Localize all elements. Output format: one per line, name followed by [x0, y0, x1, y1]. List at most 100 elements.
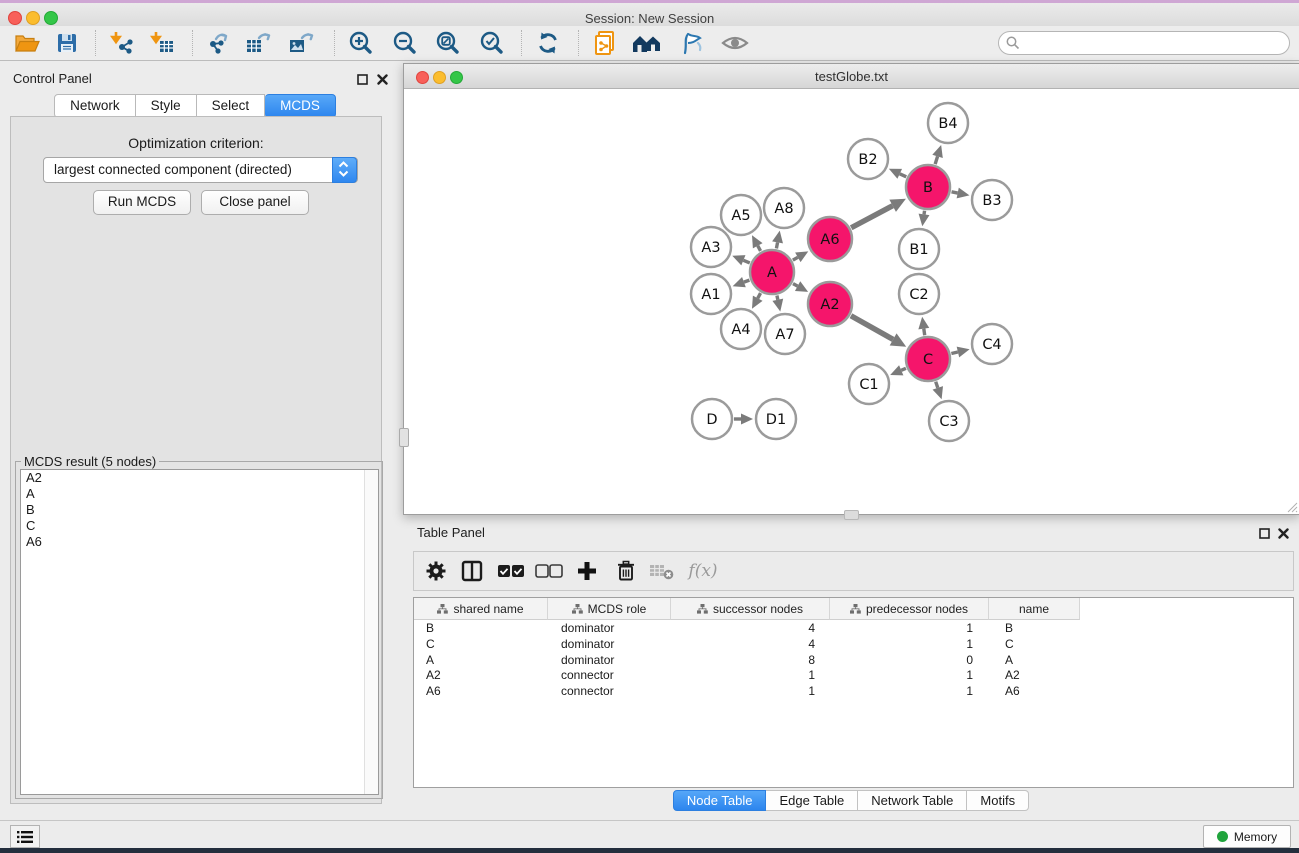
edge-A-A6[interactable]	[793, 257, 798, 260]
graph-node-label: B	[923, 180, 933, 196]
column-header-mcds-role[interactable]: MCDS role	[548, 598, 671, 620]
edge-A-A7[interactable]	[777, 295, 778, 299]
tab-network[interactable]: Network	[54, 94, 136, 118]
table-row[interactable]: Adominator80A	[414, 653, 1293, 669]
table-cell: 1	[827, 621, 985, 637]
mcds-result-item[interactable]: B	[21, 502, 378, 518]
table-settings-gear-icon[interactable]	[419, 555, 453, 587]
save-session-icon[interactable]	[48, 27, 86, 59]
control-panel-float-icon[interactable]	[355, 72, 369, 86]
graph-node-label: D1	[766, 412, 786, 428]
window-title: Session: New Session	[0, 11, 1299, 26]
mcds-result-list[interactable]: A2ABCA6	[20, 469, 379, 795]
graph-node-label: C4	[982, 337, 1001, 353]
function-builder-icon[interactable]: f(x)	[682, 555, 724, 587]
node-table[interactable]: shared nameMCDS rolesuccessor nodesprede…	[413, 597, 1294, 788]
hierarchy-icon	[437, 604, 448, 614]
tab-mcds[interactable]: MCDS	[265, 94, 336, 118]
tab-style[interactable]: Style	[136, 94, 197, 118]
edge-A2-C[interactable]	[851, 316, 893, 340]
export-network-icon[interactable]	[200, 27, 238, 59]
search-input[interactable]	[1025, 33, 1284, 53]
tab-motifs[interactable]: Motifs	[967, 790, 1029, 811]
close-panel-button[interactable]: Close panel	[201, 190, 309, 215]
export-image-icon[interactable]	[283, 27, 321, 59]
import-table-icon[interactable]	[143, 27, 181, 59]
edge-C-C2[interactable]	[924, 329, 925, 336]
open-session-icon[interactable]	[8, 27, 46, 59]
zoom-selected-icon[interactable]	[473, 27, 511, 59]
column-header-shared-name[interactable]: shared name	[414, 598, 548, 620]
import-network-icon[interactable]	[103, 27, 141, 59]
control-panel-close-icon[interactable]	[375, 72, 389, 86]
optimization-criterion-select[interactable]: largest connected component (directed)	[43, 157, 358, 183]
network-graph-canvas[interactable]: B4B2BB3A8A5A6A3B1AA1C2A2A4A7C4CC1C3DD1	[404, 89, 1297, 512]
zoom-out-icon[interactable]	[386, 27, 424, 59]
edge-A-A5[interactable]	[758, 246, 761, 251]
table-panel-close-icon[interactable]	[1276, 526, 1290, 540]
memory-button[interactable]: Memory	[1203, 825, 1291, 848]
edge-A-A1[interactable]	[744, 280, 749, 282]
refresh-icon[interactable]	[529, 27, 567, 59]
zoom-in-icon[interactable]	[342, 27, 380, 59]
column-visibility-icon[interactable]	[455, 555, 489, 587]
mcds-result-item[interactable]: C	[21, 518, 378, 534]
table-row[interactable]: A6connector11A6	[414, 684, 1293, 700]
title-bar: Session: New Session	[0, 3, 1299, 26]
mcds-result-item[interactable]: A2	[21, 470, 378, 486]
tab-select[interactable]: Select	[197, 94, 266, 118]
edge-A-A4[interactable]	[758, 293, 761, 298]
network-window-titlebar[interactable]: testGlobe.txt	[404, 64, 1299, 89]
table-toolbar: f(x)	[413, 551, 1294, 591]
tab-node-table[interactable]: Node Table	[673, 790, 767, 811]
graph-node-label: A8	[774, 201, 793, 217]
edge-A6-B[interactable]	[851, 206, 892, 228]
scrollbar[interactable]	[364, 470, 378, 794]
graph-node-label: A6	[820, 232, 839, 248]
panel-splitter-handle[interactable]	[399, 428, 409, 447]
window-resize-grip[interactable]	[1285, 500, 1298, 513]
edge-A-A3[interactable]	[743, 260, 749, 263]
edge-B-B4[interactable]	[935, 156, 937, 164]
select-all-rows-icon[interactable]	[494, 555, 528, 587]
column-header-name[interactable]: name	[989, 598, 1080, 620]
mcds-result-item[interactable]: A6	[21, 534, 378, 550]
graph-node-label: C1	[859, 377, 878, 393]
delete-table-icon[interactable]	[645, 555, 679, 587]
table-cell: connector	[547, 684, 669, 700]
edge-A-A8[interactable]	[776, 242, 777, 248]
run-mcds-button[interactable]: Run MCDS	[93, 190, 191, 215]
edge-B-B3[interactable]	[952, 192, 958, 193]
edge-A-A2[interactable]	[793, 284, 798, 287]
network-view-window: testGlobe.txt B4B2BB3A8A5A6A3B1AA1C2A2A4…	[403, 63, 1299, 515]
column-header-predecessor-nodes[interactable]: predecessor nodes	[830, 598, 989, 620]
home-icon[interactable]	[628, 27, 666, 59]
add-column-icon[interactable]	[570, 555, 604, 587]
table-cell: 1	[827, 668, 985, 684]
edge-C-C3[interactable]	[936, 382, 938, 388]
delete-columns-trash-icon[interactable]	[609, 555, 643, 587]
task-history-button[interactable]	[10, 825, 40, 848]
panel-splitter-handle[interactable]	[844, 510, 859, 520]
graph-node-label: B1	[909, 242, 928, 258]
table-row[interactable]: A2connector11A2	[414, 668, 1293, 684]
graph-node-label: A7	[775, 327, 794, 343]
edge-B-B1[interactable]	[924, 211, 925, 215]
table-panel-float-icon[interactable]	[1257, 526, 1271, 540]
network-overview-icon[interactable]	[586, 27, 624, 59]
tab-network-table[interactable]: Network Table	[858, 790, 967, 811]
export-table-icon[interactable]	[240, 27, 278, 59]
eye-icon[interactable]	[716, 27, 754, 59]
tab-edge-table[interactable]: Edge Table	[766, 790, 858, 811]
table-row[interactable]: Bdominator41B	[414, 621, 1293, 637]
mcds-result-item[interactable]: A	[21, 486, 378, 502]
graphics-details-icon[interactable]	[672, 27, 710, 59]
edge-C-C1[interactable]	[901, 368, 906, 370]
table-row[interactable]: Cdominator41C	[414, 637, 1293, 653]
edge-B-B2[interactable]	[900, 174, 907, 177]
column-header-successor-nodes[interactable]: successor nodes	[671, 598, 830, 620]
edge-arrowhead	[932, 145, 942, 158]
edge-C-C4[interactable]	[951, 352, 958, 354]
deselect-all-rows-icon[interactable]	[532, 555, 566, 587]
zoom-fit-icon[interactable]	[429, 27, 467, 59]
